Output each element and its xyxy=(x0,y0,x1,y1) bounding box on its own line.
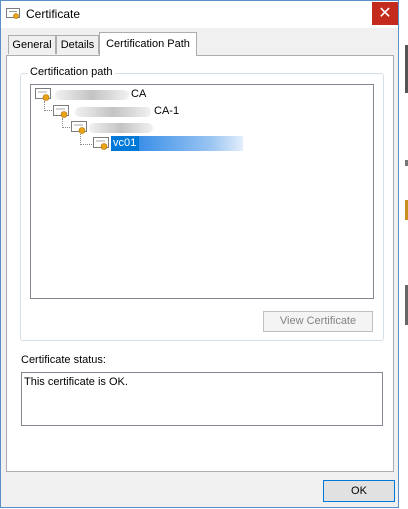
tree-connector xyxy=(80,144,92,145)
tab-label: Certification Path xyxy=(106,38,190,50)
tree-node-label: CA-1 xyxy=(154,105,180,117)
certificate-icon xyxy=(35,88,51,101)
certificate-icon xyxy=(71,121,87,134)
tab-certification-path[interactable]: Certification Path xyxy=(99,32,197,56)
redacted-text xyxy=(55,90,129,100)
tab-general[interactable]: General xyxy=(8,35,56,54)
tree-connector xyxy=(62,127,70,128)
ok-button[interactable]: OK xyxy=(323,480,395,502)
certification-path-tree[interactable]: CA CA-1 vc01 xyxy=(30,84,374,299)
certificate-icon xyxy=(53,105,69,118)
button-label: View Certificate xyxy=(279,315,357,327)
tab-details[interactable]: Details xyxy=(56,35,99,54)
view-certificate-button[interactable]: View Certificate xyxy=(263,311,373,332)
certificate-status-text: This certificate is OK. xyxy=(24,376,128,388)
tree-node-leaf-vc01[interactable]: vc01 xyxy=(93,136,253,152)
tree-node-label: vc01 xyxy=(113,137,137,149)
title-bar: Certificate ✕ xyxy=(1,1,398,28)
redacted-text xyxy=(89,123,153,133)
window-title: Certificate xyxy=(26,7,81,21)
close-button[interactable]: ✕ xyxy=(372,2,398,25)
certification-path-label: Certification path xyxy=(28,66,115,78)
certificate-status-label: Certificate status: xyxy=(21,354,106,366)
tab-label: General xyxy=(12,39,52,51)
certificate-status-box[interactable]: This certificate is OK. xyxy=(21,372,383,426)
button-label: OK xyxy=(351,485,367,497)
certificate-icon xyxy=(6,8,20,19)
tree-node-intermediate[interactable] xyxy=(71,120,171,136)
redacted-text xyxy=(139,136,243,151)
redacted-text xyxy=(75,107,151,117)
tree-node-root-ca[interactable]: CA xyxy=(35,87,155,103)
tree-node-intermediate-ca[interactable]: CA-1 xyxy=(53,104,193,120)
selection-highlight: vc01 xyxy=(111,136,139,151)
tree-connector xyxy=(44,110,52,111)
close-icon: ✕ xyxy=(378,5,392,22)
tree-node-label: CA xyxy=(131,88,147,100)
tab-label: Details xyxy=(60,39,95,51)
certificate-icon xyxy=(93,137,109,150)
